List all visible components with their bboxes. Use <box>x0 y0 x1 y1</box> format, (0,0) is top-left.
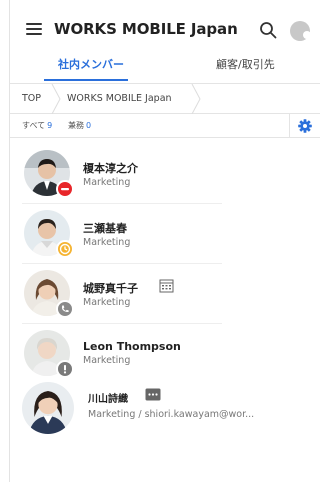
member-dept: Marketing <box>83 355 131 366</box>
avatar <box>22 382 74 434</box>
member-name: 川山詩織 <box>88 394 128 405</box>
app-header: WORKS MOBILE Japan <box>10 0 320 48</box>
profile-avatar[interactable] <box>290 21 311 41</box>
breadcrumb-separator-icon <box>191 84 201 114</box>
tab-internal-members[interactable]: 社内メンバー <box>58 56 124 72</box>
gear-icon[interactable] <box>297 118 313 134</box>
breadcrumb: TOP WORKS MOBILE Japan <box>10 84 320 114</box>
member-row[interactable]: Leon Thompson Marketing <box>10 324 230 384</box>
chat-icon <box>145 388 161 401</box>
filter-all-count: 9 <box>47 121 53 130</box>
breadcrumb-separator-icon <box>51 84 61 114</box>
breadcrumb-org[interactable]: WORKS MOBILE Japan <box>67 84 172 114</box>
calendar-icon <box>159 279 174 293</box>
member-row[interactable]: 城野真千子 Marketing <box>10 264 230 324</box>
breadcrumb-top[interactable]: TOP <box>22 84 41 114</box>
member-row[interactable]: 三瀬基春 Marketing <box>10 204 230 264</box>
filter-concurrent[interactable]: 兼務 0 <box>68 120 91 131</box>
settings-divider <box>289 114 290 138</box>
busy-status-icon <box>56 180 74 198</box>
filter-all-label: すべて <box>22 121 46 130</box>
active-tab-indicator <box>44 79 128 81</box>
app-frame: WORKS MOBILE Japan 社内メンバー 顧客/取引先 TOP WOR… <box>9 0 320 482</box>
phone-status-icon <box>56 300 74 318</box>
member-name: 榎本淳之介 <box>83 162 138 175</box>
member-dept: Marketing <box>83 297 131 308</box>
member-row[interactable]: 榎本淳之介 Marketing <box>10 144 230 204</box>
tab-bar: 社内メンバー 顧客/取引先 <box>10 48 320 84</box>
member-name: 城野真千子 <box>83 282 138 295</box>
member-dept: Marketing <box>83 237 131 248</box>
app-title: WORKS MOBILE Japan <box>54 20 238 38</box>
filter-concurrent-count: 0 <box>86 121 92 130</box>
notice-status-icon <box>56 360 74 378</box>
menu-icon[interactable] <box>26 23 42 36</box>
member-row[interactable]: 川山詩織 Marketing / shiori.kawayam@wor... <box>10 378 310 438</box>
filter-concurrent-label: 兼務 <box>68 121 84 130</box>
member-dept: Marketing / shiori.kawayam@wor... <box>88 409 255 420</box>
member-name: Leon Thompson <box>83 340 181 353</box>
filter-row: すべて 9 兼務 0 <box>10 114 320 138</box>
away-clock-icon <box>56 240 74 258</box>
member-dept: Marketing <box>83 177 131 188</box>
tab-clients[interactable]: 顧客/取引先 <box>216 56 275 72</box>
filter-all[interactable]: すべて 9 <box>22 120 52 131</box>
member-name: 三瀬基春 <box>83 222 127 235</box>
search-icon[interactable] <box>259 21 277 39</box>
